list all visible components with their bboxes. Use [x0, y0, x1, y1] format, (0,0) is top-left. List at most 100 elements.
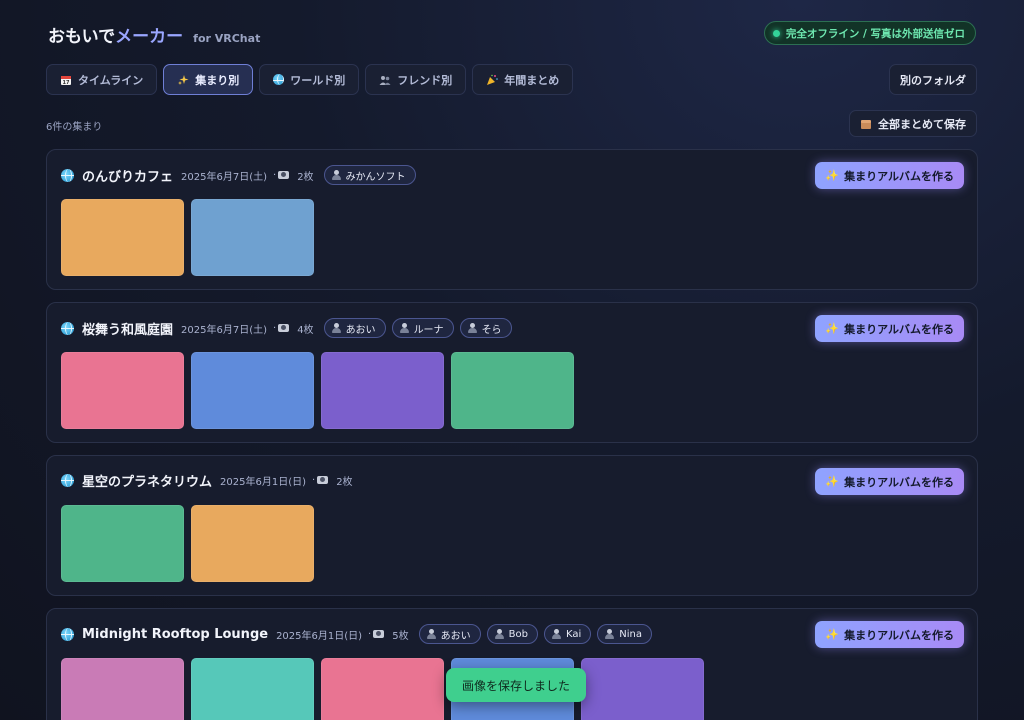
photo-thumbnail[interactable] — [321, 352, 444, 429]
album-button-label: 集まりアルバムを作る — [844, 322, 954, 336]
tab-label: ワールド別 — [290, 73, 346, 87]
photo-count: 2枚 — [297, 171, 314, 183]
globe-icon — [61, 168, 74, 182]
meta-separator: · — [273, 170, 291, 181]
album-button-label: 集まりアルバムを作る — [844, 475, 954, 489]
friend-name: みかんソフト — [345, 171, 406, 183]
photo-thumbnail[interactable] — [581, 658, 704, 720]
photo-thumbnail[interactable] — [191, 352, 314, 429]
gathering-date: 2025年6月7日(土) — [181, 171, 267, 183]
create-album-button[interactable]: ✨ 集まりアルバムを作る — [815, 162, 964, 189]
card-header: Midnight Rooftop Lounge 2025年6月1日(日) · 5… — [61, 624, 652, 644]
photo-thumbnail[interactable] — [61, 352, 184, 429]
meta-separator: · — [273, 323, 291, 334]
offline-badge: 完全オフライン / 写真は外部送信ゼロ — [763, 21, 976, 45]
friend-name: あおい — [345, 324, 376, 336]
people-icon — [379, 75, 391, 85]
photo-count: 2枚 — [336, 477, 353, 488]
gathering-count: 6件の集まり — [46, 122, 103, 133]
world-name: のんびりカフェ — [82, 169, 174, 185]
tab-label: タイムライン — [78, 73, 144, 87]
thumbnail-row — [61, 352, 574, 429]
world-name: Midnight Rooftop Lounge — [82, 626, 269, 642]
thumbnail-row — [61, 505, 314, 582]
tab-worlds[interactable]: ワールド別 — [259, 64, 360, 95]
globe-icon — [61, 474, 74, 487]
photo-thumbnail[interactable] — [61, 658, 184, 720]
photo-thumbnail[interactable] — [191, 199, 314, 276]
friend-name: そら — [481, 324, 502, 336]
friend-chip[interactable]: Bob — [486, 624, 538, 644]
sparkle-icon: ✨ — [825, 628, 840, 641]
album-button-label: 集まりアルバムを作る — [844, 169, 954, 183]
tab-gatherings[interactable]: 集まり別 — [163, 64, 254, 95]
sparkle-icon: ✨ — [825, 322, 840, 335]
sparkle-icon — [178, 74, 189, 85]
app-title-accent: メーカー — [115, 27, 184, 47]
friend-name: Kai — [565, 628, 582, 640]
friend-chip[interactable]: そら — [459, 318, 512, 338]
friend-name: あおい — [440, 630, 471, 642]
card-header: 桜舞う和風庭園 2025年6月7日(土) · 4枚 あおい ルーナ そら — [61, 318, 512, 338]
save-all-button[interactable]: 全部まとめて保存 — [849, 110, 977, 137]
photo-thumbnail[interactable] — [61, 505, 184, 582]
friend-chip[interactable]: あおい — [323, 318, 386, 338]
person-icon — [551, 629, 561, 639]
thumbnail-row — [61, 199, 314, 276]
app-root: おもいで メーカー for VRChat 完全オフライン / 写真は外部送信ゼロ … — [0, 0, 1024, 720]
friend-name: ルーナ — [413, 324, 444, 336]
box-icon — [861, 119, 871, 129]
gathering-date: 2025年6月1日(日) — [220, 477, 306, 488]
tab-timeline[interactable]: 17 タイムライン — [46, 64, 158, 95]
photo-thumbnail[interactable] — [61, 199, 184, 276]
create-album-button[interactable]: ✨ 集まりアルバムを作る — [815, 468, 964, 495]
person-icon — [331, 170, 341, 180]
friend-chip[interactable]: みかんソフト — [323, 165, 416, 185]
tab-yearly[interactable]: 年間まとめ — [472, 64, 574, 95]
camera-icon — [373, 629, 385, 638]
gathering-card: Midnight Rooftop Lounge 2025年6月1日(日) · 5… — [46, 608, 978, 720]
photo-thumbnail[interactable] — [451, 352, 574, 429]
camera-icon — [317, 476, 329, 484]
choose-folder-button[interactable]: 別のフォルダ — [889, 64, 977, 95]
app-title: おもいで — [48, 27, 116, 47]
globe-icon — [273, 74, 285, 85]
photo-thumbnail[interactable] — [191, 658, 314, 720]
person-icon — [605, 629, 615, 639]
friend-chip[interactable]: Nina — [597, 624, 652, 644]
meta-separator: · — [312, 475, 330, 486]
camera-icon — [278, 323, 290, 332]
gathering-date: 2025年6月1日(日) — [276, 630, 363, 642]
world-name: 桜舞う和風庭園 — [82, 322, 174, 338]
create-album-button[interactable]: ✨ 集まりアルバムを作る — [815, 315, 964, 342]
tab-friends[interactable]: フレンド別 — [365, 64, 467, 95]
sparkle-icon: ✨ — [825, 169, 840, 182]
photo-thumbnail[interactable] — [321, 658, 444, 720]
photo-count: 5枚 — [392, 630, 409, 642]
person-icon — [426, 629, 436, 639]
party-popper-icon — [487, 74, 499, 85]
friend-chip[interactable]: Kai — [543, 624, 592, 644]
calendar-icon: 17 — [61, 75, 71, 86]
gathering-card: 星空のプラネタリウム 2025年6月1日(日) · 2枚 ✨ 集まりアルバムを作る — [46, 455, 978, 596]
tab-label: フレンド別 — [397, 73, 453, 87]
gathering-card: 桜舞う和風庭園 2025年6月7日(土) · 4枚 あおい ルーナ そら ✨ 集ま… — [46, 302, 978, 443]
offline-badge-label: 完全オフライン / 写真は外部送信ゼロ — [785, 27, 965, 40]
globe-icon — [61, 627, 74, 641]
app-subtitle: for VRChat — [193, 32, 261, 45]
friend-name: Bob — [508, 628, 528, 640]
save-all-label: 全部まとめて保存 — [878, 117, 966, 131]
toast-notification: 画像を保存しました — [446, 668, 587, 702]
photo-thumbnail[interactable] — [191, 505, 314, 582]
tab-label: 年間まとめ — [504, 73, 560, 87]
friend-chip[interactable]: ルーナ — [391, 318, 454, 338]
status-dot-icon — [772, 29, 780, 37]
gathering-card: のんびりカフェ 2025年6月7日(土) · 2枚 みかんソフト ✨ 集まりアルバ… — [46, 149, 978, 290]
friend-chip[interactable]: あおい — [418, 624, 481, 644]
view-tabs: 17 タイムライン 集まり別 ワールド別 フレンド別 年間まとめ — [46, 64, 574, 95]
create-album-button[interactable]: ✨ 集まりアルバムを作る — [815, 621, 964, 648]
world-name: 星空のプラネタリウム — [82, 475, 213, 490]
person-icon — [331, 323, 341, 333]
photo-count: 4枚 — [297, 324, 314, 336]
camera-icon — [278, 170, 290, 179]
